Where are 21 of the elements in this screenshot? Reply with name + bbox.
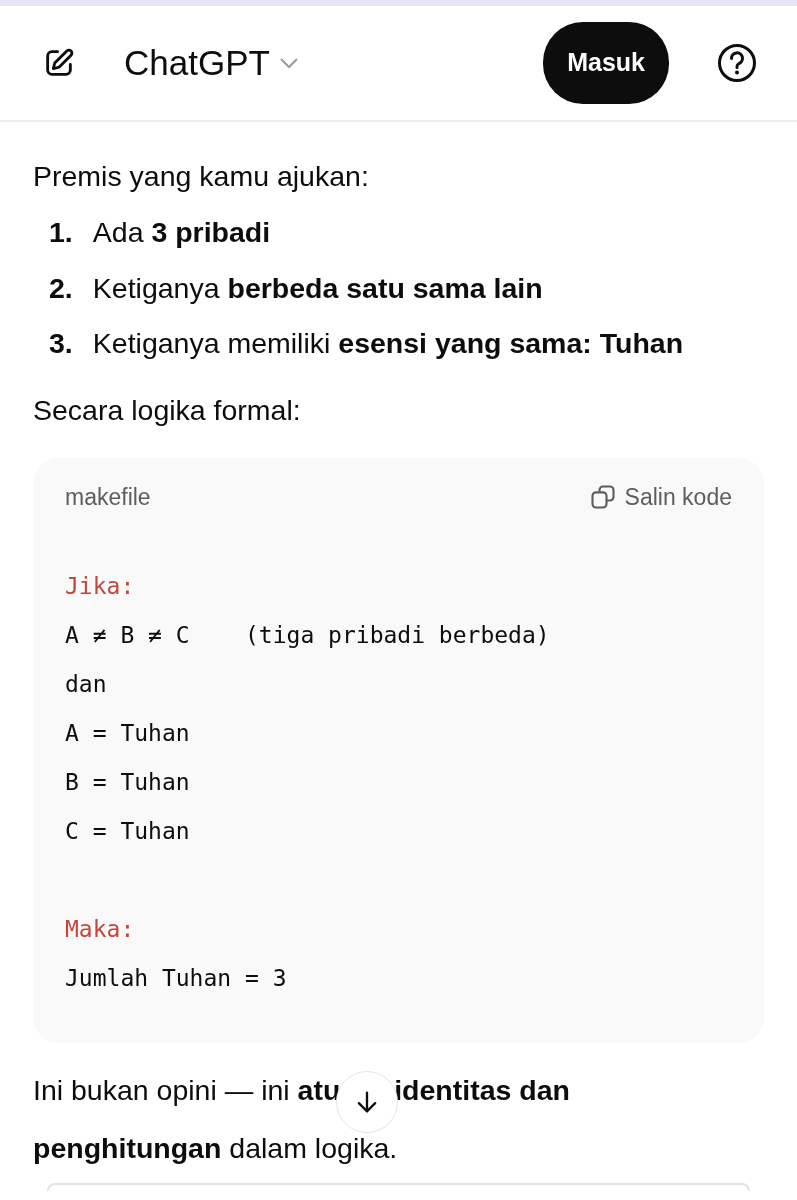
code-line: Jumlah Tuhan = 3 <box>65 964 288 993</box>
list-number: 3. <box>49 326 73 361</box>
login-button[interactable]: Masuk <box>543 22 669 104</box>
list-item-text: Ada 3 pribadi <box>92 215 271 251</box>
code-keyword: Jika: <box>65 572 136 601</box>
language-label: makefile <box>65 482 151 512</box>
code-line: A = Tuhan <box>65 719 191 748</box>
list-item-text: Ketiganya berbeda satu sama lain <box>92 270 543 306</box>
list-number: 1. <box>49 215 73 251</box>
copy-code-button[interactable]: Salin kode <box>588 479 732 514</box>
lead-text: Secara logika formal: <box>33 393 302 429</box>
intro-text: Premis yang kamu ajukan: <box>33 159 370 194</box>
code-line: B = Tuhan <box>65 768 191 797</box>
code-line: dan <box>65 670 108 699</box>
conclusion-text: Ini bukan opini — ini atu identitas dan penghitungan dalam logika. <box>33 1061 764 1177</box>
code-keyword: Maka: <box>65 915 136 944</box>
code-line: C = Tuhan <box>65 817 191 846</box>
list-item-text: Ketiganya memiliki esensi yang sama: Tuhan <box>92 326 684 361</box>
model-selector[interactable]: ChatGPT <box>124 36 300 90</box>
list-number: 2. <box>49 270 73 306</box>
code-line: A ≠ B ≠ C (tiga pribadi berbeda) <box>65 621 551 650</box>
